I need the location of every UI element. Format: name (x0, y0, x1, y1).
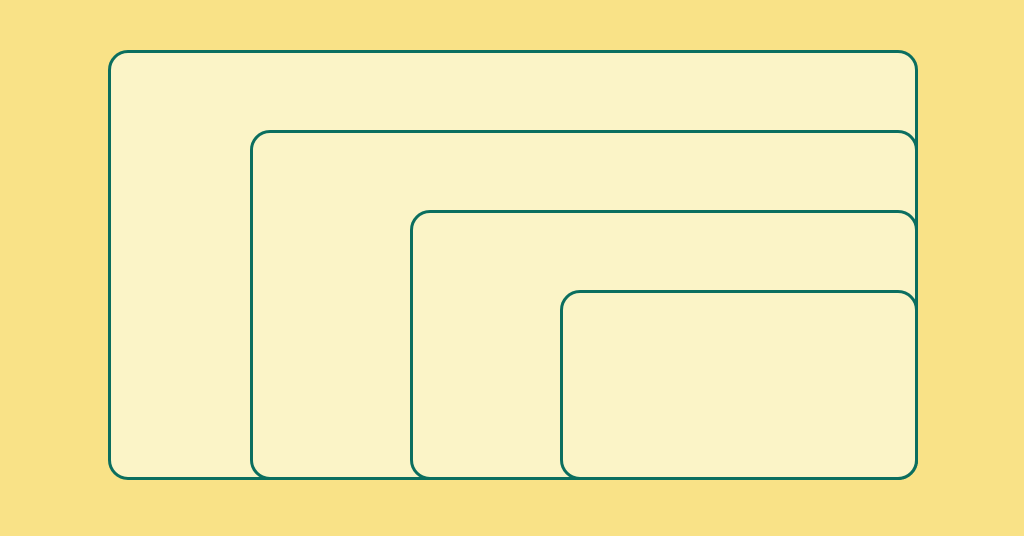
rect-4 (560, 290, 918, 480)
canvas (0, 0, 1024, 536)
